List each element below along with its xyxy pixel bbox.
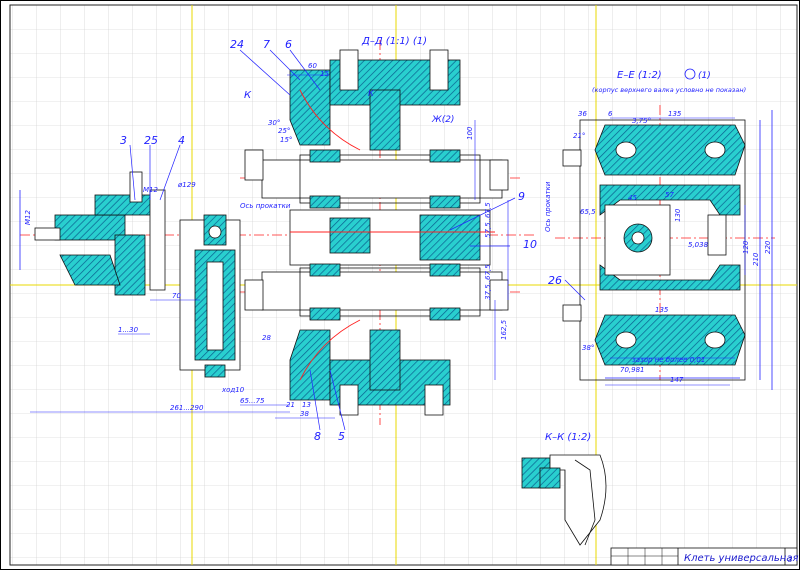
rolling-axis-label-2: Ось прокатки <box>544 181 552 232</box>
dim-30-deg: 30° <box>268 119 280 127</box>
dim-1-30: 1...30 <box>118 326 139 334</box>
dim-135-top: 135 <box>668 110 682 118</box>
part-5: 5 <box>338 430 345 443</box>
part-24: 24 <box>230 38 244 51</box>
dim-37-5: 37,5..67,5 <box>484 264 492 300</box>
dim-147: 147 <box>670 376 684 384</box>
section-ee-mark: (1) <box>698 71 711 81</box>
sheet-number: 3 <box>788 556 792 564</box>
section-kk-title: К–К (1:2) <box>545 432 591 443</box>
dim-220: 220 <box>764 240 772 254</box>
cad-drawing: Д–Д (1:1) (1) Е–Е (1:2) (1) (корпус верх… <box>1 1 799 569</box>
mark-zh: Ж(2) <box>431 115 454 125</box>
dim-130: 130 <box>674 208 682 222</box>
dim-21: 21 <box>286 401 295 409</box>
dim-3-75: 3,75° <box>632 117 651 125</box>
dim-m12-a: М12 <box>24 210 32 225</box>
dim-70-981: 70,981 <box>620 366 645 374</box>
section-ee-note: (корпус верхнего валка условно не показа… <box>592 86 746 94</box>
dim-100: 100 <box>466 126 474 140</box>
part-8: 8 <box>314 430 321 443</box>
part-7: 7 <box>263 38 270 51</box>
dim-13: 13 <box>302 401 311 409</box>
dim-36: 36 <box>578 110 587 118</box>
note-gap: зазор не более 0,01 <box>632 356 705 364</box>
dim-57: 57 <box>665 191 674 199</box>
part-25: 25 <box>144 134 158 147</box>
dim-5-038: 5,038 <box>688 241 709 249</box>
dim-25-deg: 25° <box>278 127 290 135</box>
rolling-axis-label-1: Ось прокатки <box>240 202 291 210</box>
dim-135-bottom: 135 <box>655 306 669 314</box>
dim-d129: ø129 <box>177 181 196 189</box>
vertical-gear-unit <box>179 214 241 378</box>
dim-28: 28 <box>262 334 271 342</box>
dim-70: 70 <box>172 292 181 300</box>
section-dd-title: Д–Д (1:1) (1) <box>361 36 427 47</box>
dim-m12-b: М12 <box>143 186 158 194</box>
title-block: Клеть универсальная 3 <box>610 547 798 566</box>
dim-6: 6 <box>608 110 613 118</box>
part-4: 4 <box>178 134 185 147</box>
dim-65-5: 65,5 <box>580 208 596 216</box>
dim-65: 65...75 <box>240 397 265 405</box>
dim-38: 38 <box>300 410 309 418</box>
part-3: 3 <box>120 134 127 147</box>
dim-261: 261...290 <box>170 404 204 412</box>
note-stroke: ход10 <box>221 386 245 394</box>
dim-162-5: 162,5 <box>500 319 508 340</box>
mark-k-left: К <box>244 90 252 101</box>
dim-60: 60 <box>308 62 317 70</box>
part-26: 26 <box>548 274 562 287</box>
drawing-title: Клеть универсальная <box>684 553 798 564</box>
mark-k-mid: К <box>368 89 374 98</box>
part-6: 6 <box>285 38 292 51</box>
section-ee-title: Е–Е (1:2) <box>617 70 662 81</box>
part-10: 10 <box>523 238 537 251</box>
dim-21-deg: 21° <box>573 132 585 140</box>
part-9: 9 <box>518 190 525 203</box>
dim-15: 15 <box>320 70 329 78</box>
dim-57-5: 57,5..67,5 <box>484 202 492 238</box>
dim-38-deg: 38° <box>582 344 594 352</box>
dim-120: 120 <box>742 240 750 254</box>
dim-210: 210 <box>752 252 760 266</box>
dim-15-deg: 15° <box>280 136 292 144</box>
dim-45: 45 <box>628 194 637 202</box>
